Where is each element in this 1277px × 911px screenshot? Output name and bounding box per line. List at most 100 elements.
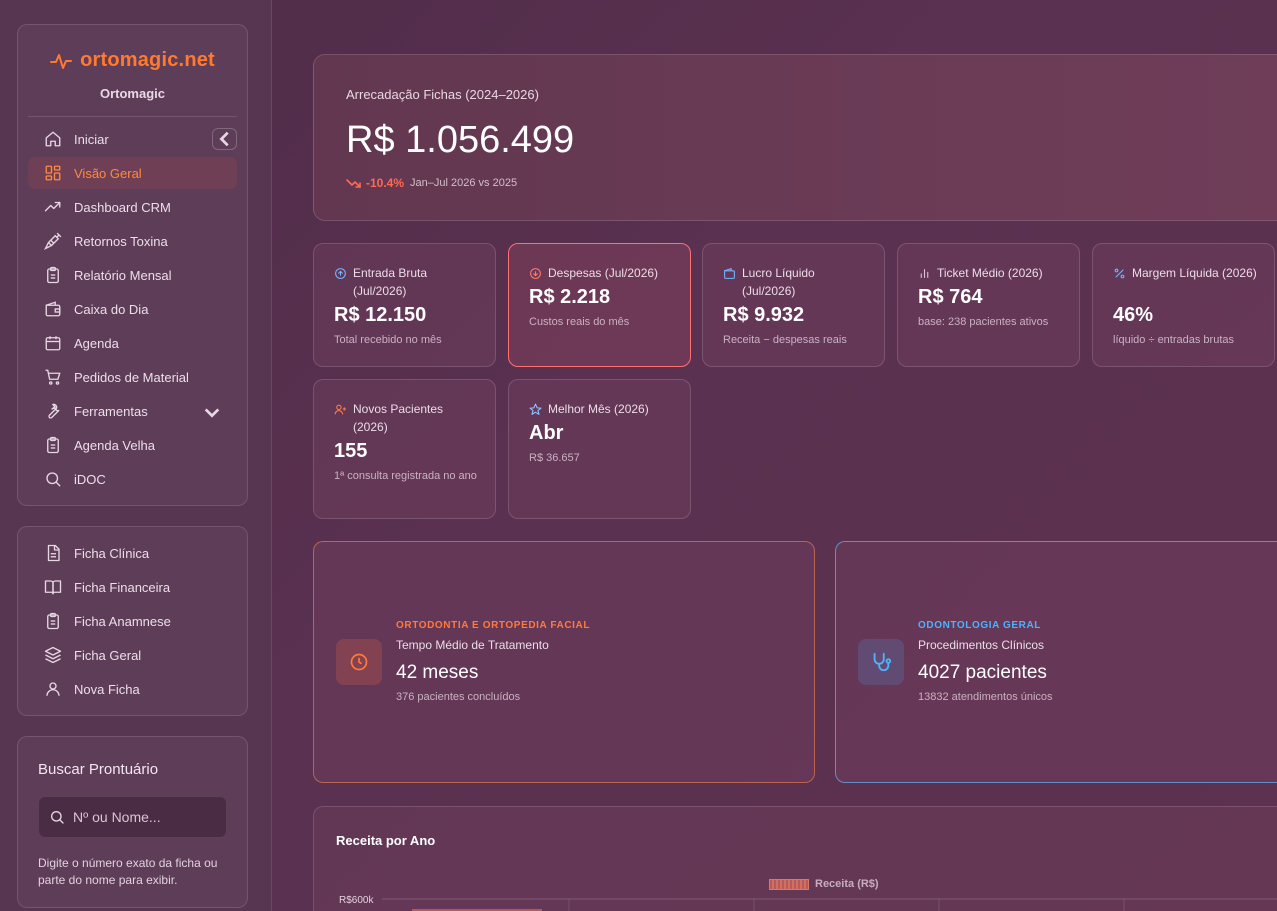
kpi-value: R$ 764	[918, 286, 983, 308]
sidebar-item-visao-geral[interactable]: Visão Geral	[28, 157, 237, 189]
specialty-sub: 13832 atendimentos únicos	[918, 691, 1053, 703]
sidebar-item-relatorio-mensal[interactable]: Relatório Mensal	[28, 259, 237, 291]
specialty-value: 42 meses	[396, 662, 479, 683]
trending-down-icon	[346, 179, 361, 188]
sidebar-item-label: Iniciar	[74, 131, 109, 147]
grid-icon	[45, 165, 61, 181]
revenue-hero-card: Arrecadação Fichas (2024–2026) R$ 1.056.…	[313, 54, 1277, 221]
kpi-header: Ticket Médio (2026)	[918, 264, 1065, 282]
book-icon	[44, 580, 62, 595]
kpi-card-novos-pacientes[interactable]: Novos Pacientes (2026) 155 1ª consulta r…	[313, 379, 496, 519]
kpi-title: Melhor Mês (2026)	[548, 402, 649, 416]
revenue-by-year-card: Receita por Ano Receita (R$) R$600k	[313, 806, 1277, 911]
collapse-sidebar-button[interactable]	[212, 128, 237, 150]
hero-label: Arrecadação Fichas (2024–2026)	[346, 87, 539, 102]
sidebar-item-pedidos-de-material[interactable]: Pedidos de Material	[28, 361, 237, 393]
user-plus-icon	[334, 404, 346, 415]
kpi-card-entrada-bruta[interactable]: Entrada Bruta (Jul/2026) R$ 12.150 Total…	[313, 243, 496, 367]
sidebar-item-label: Pedidos de Material	[74, 369, 189, 385]
sidebar-item-label: Ficha Geral	[74, 647, 142, 663]
stethoscope-icon	[873, 652, 892, 672]
sidebar-item-iniciar[interactable]: Iniciar	[28, 123, 237, 155]
percent-icon	[1114, 268, 1125, 279]
sidebar-item-agenda-velha[interactable]: Agenda Velha	[28, 429, 237, 461]
sidebar-item-label: Ficha Financeira	[74, 579, 171, 595]
search-input[interactable]	[73, 809, 213, 825]
kpi-title: Entrada Bruta (Jul/2026)	[353, 266, 428, 298]
chart-plot: R$600k	[339, 895, 1277, 911]
sidebar-item-label: Agenda Velha	[74, 437, 155, 453]
specialty-sub: 376 pacientes concluídos	[396, 691, 521, 703]
home-icon	[45, 131, 61, 147]
search-box[interactable]	[38, 796, 227, 838]
sidebar-item-ficha-geral[interactable]: Ficha Geral	[28, 639, 237, 671]
kpi-header: Entrada Bruta (Jul/2026)	[334, 264, 481, 300]
arrow-down-circle-icon	[530, 268, 541, 279]
sidebar-item-ficha-anamnese[interactable]: Ficha Anamnese	[28, 605, 237, 637]
specialty-card-odontologia[interactable]: ODONTOLOGIA GERAL Procedimentos Clínicos…	[835, 541, 1277, 783]
kpi-header: Margem Líquida (2026)	[1113, 264, 1260, 282]
kpi-title: Lucro Líquido (Jul/2026)	[742, 266, 815, 298]
specialty-kicker: ORTODONTIA E ORTOPEDIA FACIAL	[396, 620, 591, 631]
kpi-title: Novos Pacientes (2026)	[353, 402, 444, 434]
kpi-title: Despesas (Jul/2026)	[548, 266, 659, 280]
sidebar-item-retornos-toxina[interactable]: Retornos Toxina	[28, 225, 237, 257]
kpi-card-despesas[interactable]: Despesas (Jul/2026) R$ 2.218 Custos reai…	[508, 243, 691, 367]
chart-title: Receita por Ano	[336, 833, 436, 848]
syringe-icon	[44, 232, 62, 250]
sidebar-item-ficha-financeira[interactable]: Ficha Financeira	[28, 571, 237, 603]
specialty-title: Procedimentos Clínicos	[918, 638, 1045, 652]
forms-nav: Ficha Clínica Ficha Financeira Ficha Ana…	[28, 537, 237, 707]
kpi-card-melhor-mes[interactable]: Melhor Mês (2026) Abr R$ 36.657	[508, 379, 691, 519]
calendar-icon	[45, 336, 61, 351]
sidebar-item-label: Caixa do Dia	[74, 301, 149, 317]
sidebar-item-label: Ficha Clínica	[74, 545, 150, 561]
trend-note: Jan–Jul 2026 vs 2025	[410, 177, 518, 189]
sidebar-item-label: Ficha Anamnese	[74, 613, 171, 629]
sidebar-item-label: Nova Ficha	[74, 681, 140, 697]
kpi-card-margem-liquida[interactable]: Margem Líquida (2026) 46% líquido ÷ entr…	[1092, 243, 1275, 367]
sidebar-item-dashboard-crm[interactable]: Dashboard CRM	[28, 191, 237, 223]
wallet-icon	[724, 267, 735, 279]
sidebar-forms-panel: Ficha Clínica Ficha Financeira Ficha Ana…	[17, 526, 248, 716]
kpi-value: 46%	[1113, 304, 1154, 326]
kpi-sub: Total recebido no mês	[334, 334, 442, 346]
sidebar-item-label: Agenda	[74, 335, 119, 351]
kpi-value: R$ 12.150	[334, 304, 427, 326]
sidebar-item-label: Ferramentas	[74, 403, 148, 419]
sidebar-item-nova-ficha[interactable]: Nova Ficha	[28, 673, 237, 705]
layers-icon	[44, 646, 62, 664]
brand-subtitle: Ortomagic	[99, 86, 165, 101]
clock-icon	[350, 653, 368, 671]
user-icon	[46, 682, 60, 696]
pulse-logo-icon	[50, 53, 73, 69]
kpi-card-ticket-medio[interactable]: Ticket Médio (2026) R$ 764 base: 238 pac…	[897, 243, 1080, 367]
sidebar-item-ficha-clinica[interactable]: Ficha Clínica	[28, 537, 237, 569]
search-icon	[46, 472, 61, 487]
brand[interactable]: ortomagic.net	[18, 49, 247, 72]
sidebar-item-caixa-do-dia[interactable]: Caixa do Dia	[28, 293, 237, 325]
sidebar-item-agenda[interactable]: Agenda	[28, 327, 237, 359]
sidebar-item-ferramentas[interactable]: Ferramentas	[28, 395, 237, 427]
sidebar-item-label: Relatório Mensal	[74, 267, 172, 283]
specialty-icon-box	[336, 639, 382, 685]
clipboard-icon	[47, 436, 59, 454]
star-icon	[529, 403, 542, 415]
sidebar-item-label: Retornos Toxina	[74, 233, 168, 249]
kpi-header: Lucro Líquido (Jul/2026)	[723, 264, 870, 300]
sidebar-item-idoc[interactable]: iDOC	[28, 463, 237, 495]
hero-trend: -10.4% Jan–Jul 2026 vs 2025	[346, 176, 517, 190]
cart-icon	[45, 369, 61, 385]
sidebar-main-panel: ortomagic.net Ortomagic Iniciar Visão Ge…	[17, 24, 248, 506]
sidebar: ortomagic.net Ortomagic Iniciar Visão Ge…	[0, 0, 272, 911]
specialty-kicker: ODONTOLOGIA GERAL	[918, 620, 1041, 631]
kpi-sub: líquido ÷ entradas brutas	[1113, 334, 1234, 346]
search-records-panel: Buscar Prontuário Digite o número exato …	[17, 736, 248, 908]
specialty-card-ortodontia[interactable]: ORTODONTIA E ORTOPEDIA FACIAL Tempo Médi…	[313, 541, 815, 783]
file-text-icon	[47, 544, 60, 562]
clipboard-icon	[47, 266, 59, 284]
kpi-card-lucro-liquido[interactable]: Lucro Líquido (Jul/2026) R$ 9.932 Receit…	[702, 243, 885, 367]
specialty-value: 4027 pacientes	[918, 662, 1047, 683]
arrow-up-circle-icon	[335, 268, 346, 279]
chevron-down-icon[interactable]	[203, 404, 221, 422]
